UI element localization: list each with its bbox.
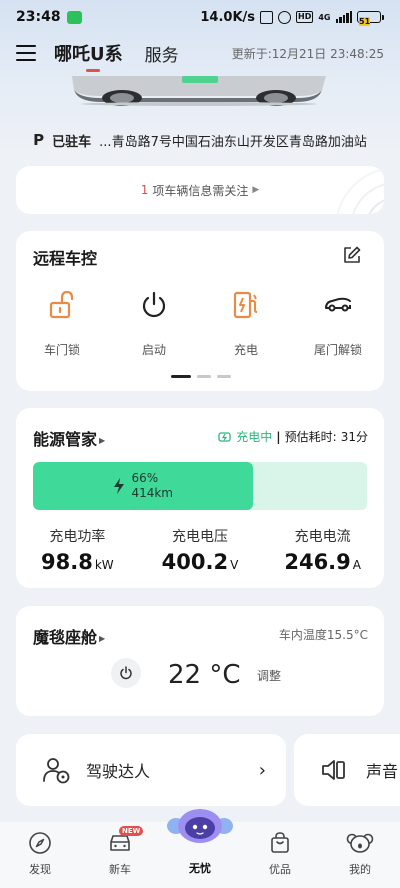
- charging-icon: [218, 431, 231, 442]
- signal-icon: [335, 11, 352, 23]
- battery-icon: 51: [357, 11, 384, 26]
- unlock-icon: [49, 290, 74, 319]
- door-lock-label: 车门锁: [43, 343, 80, 357]
- charging-power-value: 98.8: [41, 550, 93, 574]
- parking-status: 已驻车: [52, 134, 92, 150]
- battery-percent: 66%: [131, 471, 159, 485]
- battery-level: 51: [359, 17, 371, 26]
- estimate-label: 预估耗时:: [284, 430, 337, 444]
- network-type: 4G: [318, 12, 331, 22]
- decorative-rings: [336, 168, 384, 214]
- nfc-icon: [260, 10, 274, 24]
- tab-nezha-u[interactable]: 哪吒U系: [54, 40, 123, 72]
- edit-icon[interactable]: [342, 245, 362, 265]
- nav-new-car[interactable]: NEW 新车: [80, 822, 160, 888]
- charging-status-text: 充电中: [236, 430, 273, 444]
- cabin-card: 魔毯座舱 ▶ 车内温度15.5°C 22 °C 调整: [16, 606, 384, 716]
- parking-location[interactable]: P 已驻车 ...青岛路7号中国石油东山开发区青岛路加油站: [16, 124, 384, 156]
- start-label: 启动: [141, 343, 166, 357]
- clock: 23:48: [16, 9, 61, 25]
- parking-icon: P: [33, 131, 45, 149]
- adjust-button[interactable]: 调整: [257, 667, 281, 684]
- triangle-right-icon: ▶: [252, 185, 260, 195]
- nav-discover[interactable]: 发现: [0, 822, 80, 888]
- driving-expert-card[interactable]: 驾驶达人 ›: [16, 734, 286, 806]
- speaker-icon: [322, 760, 345, 780]
- driving-expert-label: 驾驶达人: [86, 762, 151, 781]
- lightning-icon: [114, 478, 125, 494]
- driver-icon: [43, 758, 70, 784]
- status-bar: 23:48 14.0K/s HD 4G 51: [0, 0, 400, 34]
- charging-voltage: 充电电压 400.2 V: [161, 529, 239, 574]
- sound-card[interactable]: 声音: [294, 734, 400, 806]
- nav-mine[interactable]: 我的: [320, 822, 400, 888]
- power-icon: [120, 666, 132, 680]
- charge-label: 充电: [233, 343, 258, 357]
- vehicle-notice-card[interactable]: 1 项车辆信息需关注 ▶: [16, 166, 384, 214]
- battery-bar-fill: 66% 414km: [33, 462, 254, 510]
- new-badge: NEW: [119, 826, 144, 836]
- mascot-icon[interactable]: [166, 808, 234, 844]
- update-time: 更新于:12月21日 23:48:25: [231, 46, 384, 61]
- page-indicator: [171, 375, 231, 378]
- alarm-icon: [278, 10, 292, 24]
- trunk-unlock-button[interactable]: 尾门解锁: [292, 289, 384, 358]
- trunk-icon: [325, 297, 351, 312]
- charging-stats: 充电功率 98.8 kW 充电电压 400.2 V 充电电流 246.9 A: [16, 526, 384, 574]
- charging-power: 充电功率 98.8 kW: [41, 529, 114, 574]
- tab-service[interactable]: 服务: [145, 41, 179, 66]
- koala-icon: [346, 833, 374, 853]
- nav-products[interactable]: 优品: [240, 822, 320, 888]
- energy-manager-card: 能源管家 ▶ 充电中 | 预估耗时: 31分 66% 414km 充电功率 98.…: [16, 408, 384, 588]
- battery-bar: 66% 414km: [33, 462, 367, 510]
- inner-temperature: 车内温度15.5°C: [278, 628, 368, 642]
- climate-power-button[interactable]: [111, 658, 141, 688]
- door-lock-button[interactable]: 车门锁: [16, 289, 108, 358]
- chevron-right-icon: ›: [258, 759, 266, 781]
- charging-voltage-value: 400.2: [161, 550, 229, 574]
- start-button[interactable]: 启动: [108, 289, 200, 358]
- remote-control-title: 远程车控: [33, 249, 98, 268]
- compass-icon: [29, 832, 51, 854]
- notice-count: 1: [140, 183, 149, 197]
- app-header: 哪吒U系 服务 更新于:12月21日 23:48:25: [0, 34, 400, 72]
- remote-control-card: 远程车控 车门锁 启动 充电 尾门解锁: [16, 231, 384, 391]
- charging-current: 充电电流 246.9 A: [284, 529, 361, 574]
- charge-station-icon: [233, 291, 258, 319]
- parking-address: ...青岛路7号中国石油东山开发区青岛路加油站: [99, 134, 367, 150]
- shopping-bag-icon: [271, 832, 289, 853]
- estimate-value: 31分: [340, 430, 368, 444]
- notice-text: 项车辆信息需关注: [152, 183, 249, 198]
- charging-status: 充电中 | 预估耗时: 31分: [218, 428, 368, 445]
- power-icon: [142, 291, 166, 318]
- remote-controls: 车门锁 启动 充电 尾门解锁: [16, 289, 384, 358]
- triangle-right-icon: ▶: [99, 436, 106, 445]
- set-temperature: 22 °C: [168, 660, 241, 690]
- charging-current-value: 246.9: [284, 550, 351, 574]
- menu-icon[interactable]: [16, 45, 36, 61]
- hd-icon: HD: [296, 11, 314, 23]
- battery-range: 414km: [131, 486, 173, 500]
- wechat-icon: [66, 10, 82, 24]
- sound-label: 声音: [366, 762, 399, 781]
- network-speed: 14.0K/s: [200, 9, 256, 25]
- triangle-right-icon: ▶: [99, 634, 106, 643]
- charge-button[interactable]: 充电: [200, 289, 292, 358]
- trunk-unlock-label: 尾门解锁: [313, 343, 362, 357]
- car-image: [72, 76, 326, 106]
- cabin-title[interactable]: 魔毯座舱 ▶: [33, 624, 105, 648]
- energy-title[interactable]: 能源管家 ▶: [33, 426, 105, 450]
